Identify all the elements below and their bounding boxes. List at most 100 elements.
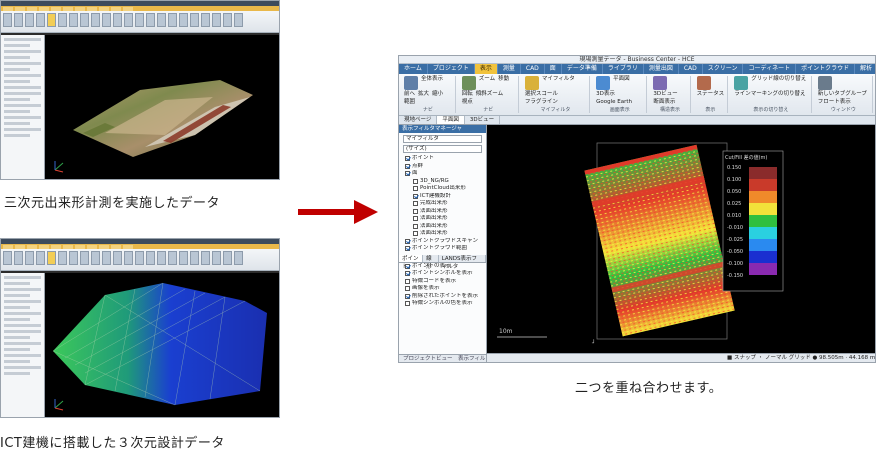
checkbox[interactable] [405, 263, 410, 269]
ribbon-button-label[interactable]: フロート表示 [818, 99, 851, 106]
ribbon-button-label[interactable]: 3D表示 [596, 91, 615, 98]
ribbon-button-label[interactable]: 回転 [462, 91, 473, 98]
filter-tree-item[interactable]: 法面出来形 [399, 215, 486, 223]
ribbon-tab[interactable]: ホーム [399, 64, 428, 74]
option-item[interactable]: 画像を表示 [399, 285, 486, 293]
filter-type-tab[interactable]: LANDS表示フィルタ [438, 254, 486, 270]
ribbon-button-label[interactable]: ズーム [479, 76, 495, 90]
ribbon-button-icon[interactable] [524, 76, 539, 90]
3d-viewport[interactable] [45, 35, 279, 179]
ribbon-tab[interactable]: スクリーン [703, 64, 744, 74]
checkbox[interactable] [413, 208, 418, 214]
ribbon-button-label[interactable]: 選択スコール [525, 91, 558, 98]
ribbon-button-label[interactable]: 新しいタブグループ [818, 91, 867, 98]
document-tab[interactable]: 3Dビュー [465, 116, 501, 124]
document-tab[interactable]: 平面図 [437, 116, 465, 124]
ribbon-button-icon[interactable] [596, 76, 611, 90]
filter-type-tab[interactable]: 線形 [423, 254, 439, 270]
checkbox[interactable] [405, 293, 410, 299]
option-item[interactable]: 特徴コードを表示 [399, 278, 486, 286]
ribbon-tab[interactable]: CAD [679, 64, 703, 74]
ribbon-tab[interactable]: データ準備 [562, 64, 603, 74]
filter-tree-item[interactable]: 法面出来形 [399, 230, 486, 238]
ribbon-group: マイフィルタ 選択スコール フラグライン マイフィルタ [522, 76, 591, 113]
filter-tree-item[interactable]: 法面出来形 [399, 208, 486, 216]
ribbon-tab[interactable]: 表示 [474, 64, 498, 74]
ribbon-button-icon[interactable] [653, 76, 668, 90]
ribbon-button-label[interactable]: ステータス [697, 91, 725, 98]
checkbox[interactable] [405, 286, 410, 292]
ribbon-button-label[interactable]: グリッド線の切り替え [751, 76, 806, 90]
checkbox[interactable] [405, 156, 410, 162]
checkbox[interactable] [405, 171, 410, 177]
ribbon-button-icon[interactable] [404, 76, 418, 90]
checkbox[interactable] [413, 193, 418, 199]
document-tab[interactable]: 現地ページ [399, 116, 438, 124]
filter-tree-item[interactable]: PointCloud出来形 [399, 185, 486, 193]
filter-tree-item[interactable]: ポイントクラウドスキャン [399, 238, 486, 246]
option-item[interactable]: 特徴シンボルの色を表示 [399, 300, 486, 308]
checkbox[interactable] [405, 278, 410, 284]
filter-tree-item[interactable]: ICT建機設計 [399, 193, 486, 201]
filter-item-label: ポイントクラウド範囲 [412, 245, 468, 251]
option-item[interactable]: ポイントシンボルを表示 [399, 270, 486, 278]
checkbox[interactable] [413, 178, 418, 184]
cut-fill-heatmap: 10m ┘ Cut/Fill 差の値(m) 0.150 0.100 0.050 0.0… [497, 142, 784, 347]
ribbon-tab[interactable]: 面 [545, 64, 562, 74]
ribbon-button-icon[interactable] [696, 76, 711, 90]
legend-swatch [749, 263, 777, 275]
filter-tree-item[interactable]: 法面出来形 [399, 223, 486, 231]
ribbon-button-label[interactable]: 移動 [498, 76, 509, 90]
size-select[interactable]: (サイズ) [403, 145, 482, 153]
ribbon-button-icon[interactable] [817, 76, 832, 90]
filter-item-label: 3D_NG/RG [420, 177, 449, 184]
ribbon-tab[interactable]: CAD [521, 64, 545, 74]
filter-tree-item[interactable]: 完成出来形 [399, 200, 486, 208]
checkbox[interactable] [405, 163, 410, 169]
ribbon-button-label[interactable]: 全体表示 [421, 76, 443, 90]
filter-select[interactable]: マイフィルタ [403, 135, 482, 143]
checkbox[interactable] [413, 223, 418, 229]
filter-tree-item[interactable]: ポイント [399, 155, 486, 163]
ribbon-tab[interactable]: 解析 [855, 64, 875, 74]
ribbon-button-icon[interactable] [461, 76, 476, 90]
ribbon-button-label[interactable]: 平面図 [613, 76, 630, 90]
ribbon-button-label[interactable]: 拡大 [418, 91, 429, 98]
plan-viewport[interactable]: 10m ┘ Cut/Fill 差の値(m) 0.150 0.100 0.050 0.0… [487, 125, 875, 353]
ribbon-button-label[interactable]: マイフィルタ [542, 76, 575, 90]
filter-type-tabs: ポイント線形LANDS表示フィルタ [399, 254, 486, 270]
ribbon-button-label[interactable]: 前へ [404, 91, 415, 98]
option-item[interactable]: 削除されたポイントを表示 [399, 293, 486, 301]
ribbon-button-label[interactable]: 断面表示 [653, 99, 675, 106]
filter-tree-item[interactable]: 面 [399, 170, 486, 178]
checkbox[interactable] [405, 301, 410, 307]
ribbon-tab[interactable]: ポイントクラウド [796, 64, 856, 74]
ribbon-button-label[interactable]: 範囲 [404, 99, 415, 106]
3d-viewport[interactable] [45, 273, 279, 417]
ribbon-tab[interactable]: コーディネート [743, 64, 797, 74]
ribbon-button-icon[interactable] [734, 76, 749, 90]
checkbox[interactable] [413, 231, 418, 237]
ribbon-button-label[interactable]: 3Dビュー [653, 91, 677, 98]
filter-tree-item[interactable]: 点群 [399, 163, 486, 171]
checkbox[interactable] [413, 201, 418, 207]
checkbox[interactable] [413, 186, 418, 192]
ribbon-button-label[interactable]: 縮小 [432, 91, 443, 98]
checkbox[interactable] [405, 238, 410, 244]
ribbon-button-label[interactable]: フラグライン [525, 99, 558, 106]
filter-type-tab[interactable]: ポイント [399, 254, 424, 270]
ribbon-tab[interactable]: 測量 [498, 64, 521, 74]
ribbon-button-label[interactable]: 視点 [462, 99, 473, 106]
checkbox[interactable] [405, 271, 410, 277]
ribbon-button-label[interactable]: ラインマーキングの切り替え [734, 91, 805, 98]
filter-tree-item[interactable]: ポイントクラウド範囲 [399, 245, 486, 253]
checkbox[interactable] [405, 246, 410, 252]
ribbon-button-label[interactable]: 傾斜ズーム [476, 91, 503, 98]
ribbon-button-label[interactable]: Google Earth [596, 99, 632, 106]
filter-tree-item[interactable]: 3D_NG/RG [399, 178, 486, 186]
ribbon-tab[interactable]: ライブラリ [603, 64, 644, 74]
option-item[interactable]: ポイントの表示 [399, 263, 486, 271]
ribbon-tab[interactable]: 測量出図 [644, 64, 679, 74]
ribbon-tab[interactable]: プロジェクト [428, 64, 475, 74]
checkbox[interactable] [413, 216, 418, 222]
